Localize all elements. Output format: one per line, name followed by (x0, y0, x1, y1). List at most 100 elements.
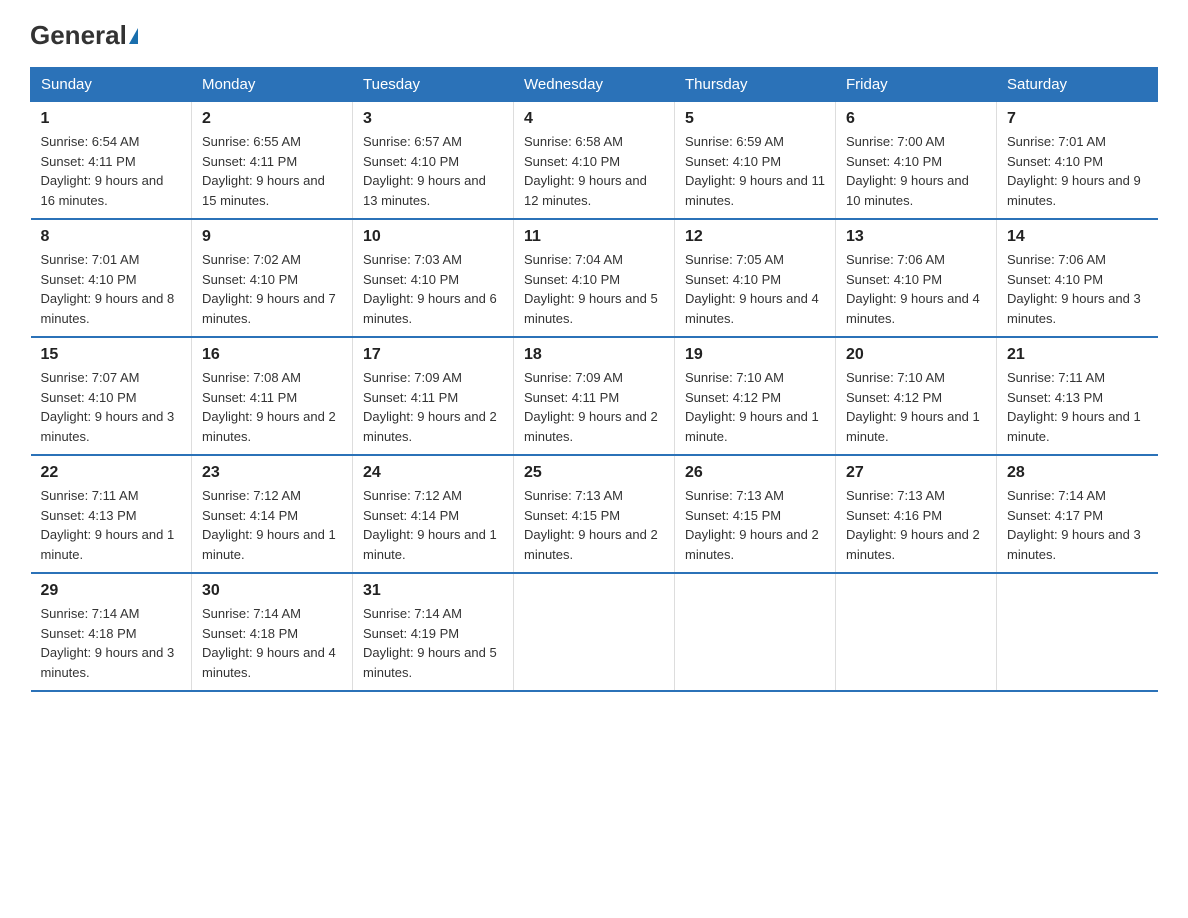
day-info: Sunrise: 7:01 AM Sunset: 4:10 PM Dayligh… (41, 250, 182, 328)
calendar-cell: 12 Sunrise: 7:05 AM Sunset: 4:10 PM Dayl… (675, 219, 836, 337)
day-number: 28 (1007, 464, 1148, 482)
day-info: Sunrise: 7:03 AM Sunset: 4:10 PM Dayligh… (363, 250, 503, 328)
calendar-cell: 25 Sunrise: 7:13 AM Sunset: 4:15 PM Dayl… (514, 455, 675, 573)
calendar-cell (514, 573, 675, 691)
day-number: 16 (202, 346, 342, 364)
weekday-header-sunday: Sunday (31, 68, 192, 102)
calendar-cell: 13 Sunrise: 7:06 AM Sunset: 4:10 PM Dayl… (836, 219, 997, 337)
calendar-cell: 1 Sunrise: 6:54 AM Sunset: 4:11 PM Dayli… (31, 102, 192, 220)
calendar-cell (675, 573, 836, 691)
day-info: Sunrise: 7:10 AM Sunset: 4:12 PM Dayligh… (685, 368, 825, 446)
day-info: Sunrise: 7:04 AM Sunset: 4:10 PM Dayligh… (524, 250, 664, 328)
day-number: 29 (41, 582, 182, 600)
day-info: Sunrise: 7:12 AM Sunset: 4:14 PM Dayligh… (202, 486, 342, 564)
calendar-cell: 16 Sunrise: 7:08 AM Sunset: 4:11 PM Dayl… (192, 337, 353, 455)
weekday-row: SundayMondayTuesdayWednesdayThursdayFrid… (31, 68, 1158, 102)
day-info: Sunrise: 7:11 AM Sunset: 4:13 PM Dayligh… (1007, 368, 1148, 446)
calendar-cell: 26 Sunrise: 7:13 AM Sunset: 4:15 PM Dayl… (675, 455, 836, 573)
day-info: Sunrise: 7:14 AM Sunset: 4:17 PM Dayligh… (1007, 486, 1148, 564)
day-number: 10 (363, 228, 503, 246)
weekday-header-wednesday: Wednesday (514, 68, 675, 102)
day-number: 2 (202, 110, 342, 128)
day-info: Sunrise: 7:07 AM Sunset: 4:10 PM Dayligh… (41, 368, 182, 446)
calendar-cell (836, 573, 997, 691)
day-number: 11 (524, 228, 664, 246)
calendar-cell: 6 Sunrise: 7:00 AM Sunset: 4:10 PM Dayli… (836, 102, 997, 220)
calendar-cell: 28 Sunrise: 7:14 AM Sunset: 4:17 PM Dayl… (997, 455, 1158, 573)
calendar-cell: 9 Sunrise: 7:02 AM Sunset: 4:10 PM Dayli… (192, 219, 353, 337)
week-row: 15 Sunrise: 7:07 AM Sunset: 4:10 PM Dayl… (31, 337, 1158, 455)
day-number: 14 (1007, 228, 1148, 246)
day-info: Sunrise: 7:09 AM Sunset: 4:11 PM Dayligh… (363, 368, 503, 446)
day-number: 23 (202, 464, 342, 482)
calendar-cell: 11 Sunrise: 7:04 AM Sunset: 4:10 PM Dayl… (514, 219, 675, 337)
calendar-cell: 22 Sunrise: 7:11 AM Sunset: 4:13 PM Dayl… (31, 455, 192, 573)
calendar-cell: 23 Sunrise: 7:12 AM Sunset: 4:14 PM Dayl… (192, 455, 353, 573)
day-info: Sunrise: 7:02 AM Sunset: 4:10 PM Dayligh… (202, 250, 342, 328)
day-info: Sunrise: 7:09 AM Sunset: 4:11 PM Dayligh… (524, 368, 664, 446)
calendar-cell: 20 Sunrise: 7:10 AM Sunset: 4:12 PM Dayl… (836, 337, 997, 455)
day-info: Sunrise: 6:55 AM Sunset: 4:11 PM Dayligh… (202, 132, 342, 210)
week-row: 22 Sunrise: 7:11 AM Sunset: 4:13 PM Dayl… (31, 455, 1158, 573)
calendar-cell: 24 Sunrise: 7:12 AM Sunset: 4:14 PM Dayl… (353, 455, 514, 573)
day-info: Sunrise: 7:13 AM Sunset: 4:16 PM Dayligh… (846, 486, 986, 564)
calendar-cell: 30 Sunrise: 7:14 AM Sunset: 4:18 PM Dayl… (192, 573, 353, 691)
week-row: 8 Sunrise: 7:01 AM Sunset: 4:10 PM Dayli… (31, 219, 1158, 337)
week-row: 29 Sunrise: 7:14 AM Sunset: 4:18 PM Dayl… (31, 573, 1158, 691)
logo: General (30, 20, 140, 47)
day-number: 19 (685, 346, 825, 364)
calendar-cell: 4 Sunrise: 6:58 AM Sunset: 4:10 PM Dayli… (514, 102, 675, 220)
day-number: 25 (524, 464, 664, 482)
calendar-table: SundayMondayTuesdayWednesdayThursdayFrid… (30, 67, 1158, 692)
day-info: Sunrise: 7:01 AM Sunset: 4:10 PM Dayligh… (1007, 132, 1148, 210)
day-info: Sunrise: 7:14 AM Sunset: 4:18 PM Dayligh… (202, 604, 342, 682)
calendar-body: 1 Sunrise: 6:54 AM Sunset: 4:11 PM Dayli… (31, 102, 1158, 692)
day-number: 18 (524, 346, 664, 364)
day-info: Sunrise: 6:58 AM Sunset: 4:10 PM Dayligh… (524, 132, 664, 210)
weekday-header-friday: Friday (836, 68, 997, 102)
calendar-cell: 19 Sunrise: 7:10 AM Sunset: 4:12 PM Dayl… (675, 337, 836, 455)
day-info: Sunrise: 7:11 AM Sunset: 4:13 PM Dayligh… (41, 486, 182, 564)
day-info: Sunrise: 7:12 AM Sunset: 4:14 PM Dayligh… (363, 486, 503, 564)
day-info: Sunrise: 7:13 AM Sunset: 4:15 PM Dayligh… (524, 486, 664, 564)
logo-general: General (30, 20, 127, 51)
day-info: Sunrise: 7:14 AM Sunset: 4:19 PM Dayligh… (363, 604, 503, 682)
day-info: Sunrise: 6:54 AM Sunset: 4:11 PM Dayligh… (41, 132, 182, 210)
calendar-cell: 27 Sunrise: 7:13 AM Sunset: 4:16 PM Dayl… (836, 455, 997, 573)
calendar-cell: 2 Sunrise: 6:55 AM Sunset: 4:11 PM Dayli… (192, 102, 353, 220)
day-number: 20 (846, 346, 986, 364)
day-number: 13 (846, 228, 986, 246)
day-info: Sunrise: 7:05 AM Sunset: 4:10 PM Dayligh… (685, 250, 825, 328)
day-number: 27 (846, 464, 986, 482)
calendar-cell: 21 Sunrise: 7:11 AM Sunset: 4:13 PM Dayl… (997, 337, 1158, 455)
calendar-cell (997, 573, 1158, 691)
day-number: 8 (41, 228, 182, 246)
calendar-cell: 5 Sunrise: 6:59 AM Sunset: 4:10 PM Dayli… (675, 102, 836, 220)
day-number: 26 (685, 464, 825, 482)
day-number: 9 (202, 228, 342, 246)
calendar-cell: 3 Sunrise: 6:57 AM Sunset: 4:10 PM Dayli… (353, 102, 514, 220)
calendar-cell: 15 Sunrise: 7:07 AM Sunset: 4:10 PM Dayl… (31, 337, 192, 455)
day-number: 17 (363, 346, 503, 364)
day-number: 5 (685, 110, 825, 128)
day-info: Sunrise: 6:59 AM Sunset: 4:10 PM Dayligh… (685, 132, 825, 210)
week-row: 1 Sunrise: 6:54 AM Sunset: 4:11 PM Dayli… (31, 102, 1158, 220)
day-info: Sunrise: 7:14 AM Sunset: 4:18 PM Dayligh… (41, 604, 182, 682)
day-number: 15 (41, 346, 182, 364)
day-number: 21 (1007, 346, 1148, 364)
day-number: 1 (41, 110, 182, 128)
day-number: 7 (1007, 110, 1148, 128)
day-number: 12 (685, 228, 825, 246)
day-info: Sunrise: 7:10 AM Sunset: 4:12 PM Dayligh… (846, 368, 986, 446)
weekday-header-saturday: Saturday (997, 68, 1158, 102)
day-number: 30 (202, 582, 342, 600)
calendar-cell: 31 Sunrise: 7:14 AM Sunset: 4:19 PM Dayl… (353, 573, 514, 691)
calendar-header: SundayMondayTuesdayWednesdayThursdayFrid… (31, 68, 1158, 102)
calendar-cell: 29 Sunrise: 7:14 AM Sunset: 4:18 PM Dayl… (31, 573, 192, 691)
day-info: Sunrise: 7:00 AM Sunset: 4:10 PM Dayligh… (846, 132, 986, 210)
day-info: Sunrise: 6:57 AM Sunset: 4:10 PM Dayligh… (363, 132, 503, 210)
day-info: Sunrise: 7:06 AM Sunset: 4:10 PM Dayligh… (1007, 250, 1148, 328)
day-number: 6 (846, 110, 986, 128)
calendar-cell: 14 Sunrise: 7:06 AM Sunset: 4:10 PM Dayl… (997, 219, 1158, 337)
calendar-cell: 18 Sunrise: 7:09 AM Sunset: 4:11 PM Dayl… (514, 337, 675, 455)
